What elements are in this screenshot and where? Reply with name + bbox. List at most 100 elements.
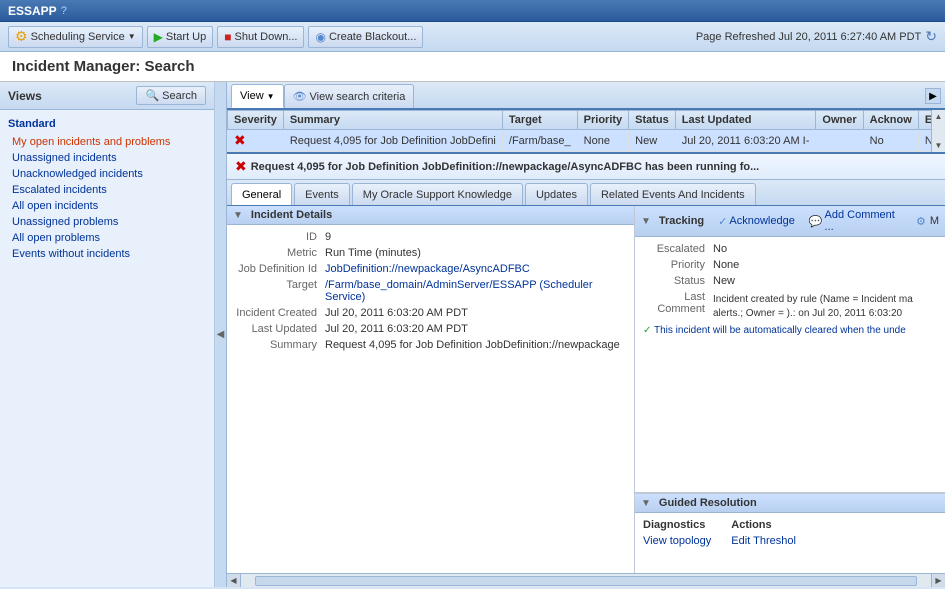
hscroll-right-button[interactable]: ▶ (931, 574, 945, 588)
job-label: Job Definition Id (235, 263, 325, 275)
right-detail: ▼ Tracking ✓ Acknowledge 💬 (635, 206, 945, 573)
guided-collapse-icon[interactable]: ▼ (641, 498, 651, 509)
guided-resolution: ▼ Guided Resolution Diagnostics View top… (635, 493, 945, 573)
stop-icon: ■ (224, 30, 231, 44)
col-acknow[interactable]: Acknow (863, 111, 918, 130)
detail-tab-events-label: Events (305, 189, 339, 201)
diagnostics-title: Diagnostics (643, 519, 711, 531)
edit-threshold-link[interactable]: Edit Threshol (731, 535, 796, 547)
toolbar: ⚙ Scheduling Service ▼ ▶ Start Up ■ Shut… (0, 22, 945, 52)
page-refreshed: Page Refreshed Jul 20, 2011 6:27:40 AM P… (696, 28, 937, 45)
last-comment-label: Last Comment (643, 291, 713, 315)
tracking-field-priority: Priority None (643, 259, 937, 271)
tab-scroll-right[interactable]: ▶ (925, 88, 941, 104)
detail-tabs: General Events My Oracle Support Knowled… (227, 180, 945, 206)
incident-collapse-icon[interactable]: ▼ (233, 210, 243, 221)
right-panel: View ▼ 👁 View search criteria ▶ Severity… (227, 82, 945, 587)
view-topology-link[interactable]: View topology (643, 535, 711, 547)
view-dropdown-icon: ▼ (267, 92, 275, 101)
col-priority[interactable]: Priority (577, 111, 629, 130)
sidebar-item-all-open-incidents[interactable]: All open incidents (8, 198, 206, 214)
detail-tab-events[interactable]: Events (294, 183, 350, 205)
target-value[interactable]: /Farm/base_domain/AdminServer/ESSAPP (Sc… (325, 279, 626, 303)
col-last-updated[interactable]: Last Updated (675, 111, 816, 130)
job-value[interactable]: JobDefinition://newpackage/AsyncADFBC (325, 263, 626, 275)
search-icon: 🔍 (145, 89, 159, 102)
cell-summary: Request 4,095 for Job Definition JobDefi… (283, 130, 502, 152)
incident-created-value: Jul 20, 2011 6:03:20 AM PDT (325, 307, 626, 319)
create-blackout-button[interactable]: ◉ Create Blackout... (308, 26, 423, 48)
sidebar-item-all-open-problems[interactable]: All open problems (8, 230, 206, 246)
actions-col: Actions Edit Threshol (731, 519, 796, 547)
tab-bar: View ▼ 👁 View search criteria ▶ (227, 82, 945, 110)
scheduling-service-button[interactable]: ⚙ Scheduling Service ▼ (8, 26, 143, 48)
start-up-button[interactable]: ▶ Start Up (147, 26, 214, 48)
horizontal-scrollbar[interactable]: ◀ ▶ (227, 573, 945, 587)
detail-tab-general[interactable]: General (231, 183, 292, 205)
results-table-container[interactable]: Severity Summary Target Priority Status … (227, 110, 945, 154)
hscroll-track[interactable] (255, 576, 917, 586)
incident-details-body: ID 9 Metric Run Time (minutes) Job Defin… (227, 225, 634, 573)
sidebar: Views 🔍 Search Standard My open incident… (0, 82, 215, 587)
create-blackout-label: Create Blackout... (329, 31, 416, 43)
nav-section-standard: Standard (8, 118, 206, 130)
shut-down-button[interactable]: ■ Shut Down... (217, 26, 304, 48)
priority-value: None (713, 259, 937, 271)
hscroll-left-button[interactable]: ◀ (227, 574, 241, 588)
tab-view-label: View (240, 90, 264, 102)
help-icon[interactable]: ? (61, 5, 67, 17)
more-icon[interactable]: ⚙ (916, 215, 926, 228)
tracking-collapse-icon[interactable]: ▼ (641, 216, 651, 227)
incident-created-label: Incident Created (235, 307, 325, 319)
col-summary[interactable]: Summary (283, 111, 502, 130)
detail-tab-knowledge[interactable]: My Oracle Support Knowledge (352, 183, 523, 205)
detail-tab-updates[interactable]: Updates (525, 183, 588, 205)
start-up-label: Start Up (166, 31, 206, 43)
escalated-value: No (713, 243, 937, 255)
left-detail: ▼ Incident Details ID 9 Metric Run Time … (227, 206, 635, 573)
sidebar-title: Views (8, 89, 42, 103)
cell-owner (816, 130, 863, 152)
auto-clear-icon: ✓ (643, 325, 651, 336)
detail-field-metric: Metric Run Time (minutes) (235, 247, 626, 259)
search-button[interactable]: 🔍 Search (136, 86, 206, 105)
scheduling-service-label: Scheduling Service (31, 31, 125, 43)
acknowledge-button[interactable]: ✓ Acknowledge (718, 215, 795, 228)
top-bar: ESSAPP ? (0, 0, 945, 22)
col-status[interactable]: Status (629, 111, 676, 130)
cell-severity: ✖ (228, 130, 284, 152)
detail-field-id: ID 9 (235, 231, 626, 243)
cell-target: /Farm/base_ (502, 130, 577, 152)
sidebar-header: Views 🔍 Search (0, 82, 214, 110)
sidebar-item-events-without-incidents[interactable]: Events without incidents (8, 246, 206, 262)
priority-label: Priority (643, 259, 713, 271)
app-title: ESSAPP (8, 4, 57, 18)
auto-clear-note: ✓ This incident will be automatically cl… (643, 325, 937, 336)
guided-body: Diagnostics View topology Actions Edit T… (635, 513, 945, 553)
add-comment-button[interactable]: 💬 Add Comment ... (809, 209, 902, 233)
table-vscroll[interactable]: ▲ ▼ (931, 110, 945, 152)
detail-tab-related[interactable]: Related Events And Incidents (590, 183, 756, 205)
tab-view-criteria[interactable]: 👁 View search criteria (284, 84, 415, 108)
results-area: Severity Summary Target Priority Status … (227, 110, 945, 587)
col-owner[interactable]: Owner (816, 111, 863, 130)
detail-field-job: Job Definition Id JobDefinition://newpac… (235, 263, 626, 275)
table-row[interactable]: ✖ Request 4,095 for Job Definition JobDe… (228, 130, 945, 152)
collapse-icon: ◀ (217, 329, 225, 340)
refresh-icon[interactable]: ↻ (925, 28, 937, 45)
metric-label: Metric (235, 247, 325, 259)
sidebar-item-escalated[interactable]: Escalated incidents (8, 182, 206, 198)
detail-field-last-updated: Last Updated Jul 20, 2011 6:03:20 AM PDT (235, 323, 626, 335)
col-severity[interactable]: Severity (228, 111, 284, 130)
col-target[interactable]: Target (502, 111, 577, 130)
sidebar-item-unacknowledged[interactable]: Unacknowledged incidents (8, 166, 206, 182)
detail-content: ▼ Incident Details ID 9 Metric Run Time … (227, 206, 945, 573)
sidebar-item-my-open[interactable]: My open incidents and problems (8, 134, 206, 150)
sidebar-item-unassigned-incidents[interactable]: Unassigned incidents (8, 150, 206, 166)
search-label: Search (162, 90, 197, 102)
detail-tab-knowledge-label: My Oracle Support Knowledge (363, 189, 512, 201)
collapse-handle[interactable]: ◀ (215, 82, 227, 587)
sidebar-item-unassigned-problems[interactable]: Unassigned problems (8, 214, 206, 230)
detail-error-icon: ✖ (235, 158, 247, 175)
tab-view[interactable]: View ▼ (231, 84, 284, 108)
